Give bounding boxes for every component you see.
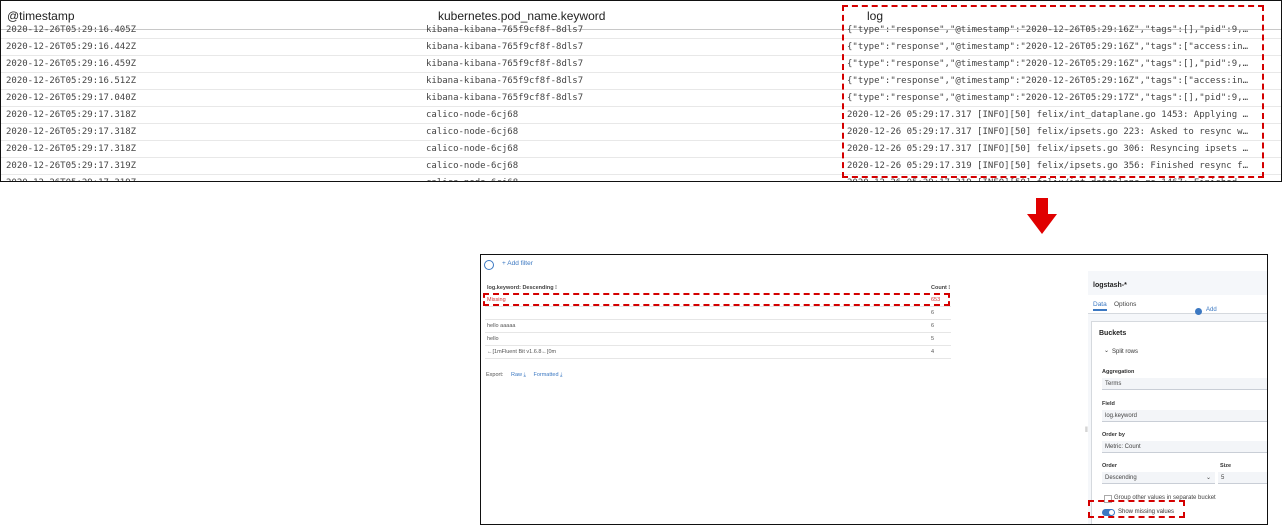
show-missing-highlight: [1088, 500, 1185, 518]
field-select[interactable]: log.keyword: [1102, 410, 1267, 422]
cell-timestamp: 2020-12-26T05:29:17.318Z: [6, 144, 137, 154]
tab-options[interactable]: Options: [1114, 301, 1136, 308]
cell-log: 2020-12-26 05:29:17.317 [INFO][50] felix…: [847, 127, 1252, 137]
aggregation-select[interactable]: Terms: [1102, 378, 1267, 390]
cell-pod-name: calico-node-6cj68: [426, 127, 519, 137]
table-row[interactable]: 2020-12-26T05:29:17.318Z calico-node-6cj6…: [1, 124, 1281, 141]
col-header-timestamp[interactable]: @timestamp: [7, 9, 75, 23]
term-count: 5: [931, 336, 935, 342]
export-raw-link[interactable]: Raw ⤓: [511, 372, 526, 378]
cell-pod-name: kibana-kibana-765f9cf8f-8dls7: [426, 93, 584, 103]
cell-log: {"type":"response","@timestamp":"2020-12…: [847, 76, 1252, 86]
cell-pod-name: calico-node-6cj68: [426, 110, 519, 120]
cell-log: {"type":"response","@timestamp":"2020-12…: [847, 93, 1252, 103]
size-label: Size: [1220, 463, 1232, 469]
order-by-label: Order by: [1102, 432, 1125, 438]
chevron-down-icon[interactable]: ⌄: [1104, 347, 1109, 354]
export-formatted-link[interactable]: Formatted ⤓: [533, 372, 562, 378]
aggregation-label: Aggregation: [1102, 369, 1135, 375]
log-rows: 2020-12-26T05:29:16.405Z kibana-kibana-76…: [1, 22, 1281, 181]
editor-sidebar: logstash-* Data Options Add Buckets ⌄ Sp…: [1088, 271, 1267, 524]
cell-pod-name: calico-node-6cj68: [426, 161, 519, 171]
table-row[interactable]: 6: [485, 307, 951, 320]
split-rows-toggle[interactable]: Split rows: [1112, 349, 1138, 355]
col-header-count[interactable]: Count ⁝: [931, 285, 950, 291]
chevron-down-icon: ⌄: [1205, 475, 1211, 481]
cell-log: 2020-12-26 05:29:17.317 [INFO][50] felix…: [847, 110, 1252, 120]
index-pattern-title: logstash-*: [1093, 282, 1127, 289]
filter-bar: + Add filter: [481, 255, 1081, 273]
cell-timestamp: 2020-12-26T05:29:17.318Z: [6, 110, 137, 120]
kibana-visualization-panel: + Add filter log.keyword: Descending ⁝ C…: [480, 254, 1268, 525]
cell-pod-name: calico-node-6cj68: [426, 175, 806, 181]
cell-log: {"type":"response","@timestamp":"2020-12…: [847, 42, 1252, 52]
tab-data[interactable]: Data: [1093, 301, 1107, 311]
term-label: hello aaaaa: [487, 323, 516, 329]
table-row[interactable]: 2020-12-26T05:29:16.405Z kibana-kibana-76…: [1, 22, 1281, 39]
order-by-select[interactable]: Metric: Count: [1102, 441, 1267, 453]
buckets-title: Buckets: [1099, 330, 1127, 337]
table-row[interactable]: hello aaaaa 6: [485, 320, 951, 333]
table-row[interactable]: 2020-12-26T05:29:17.318Z calico-node-6cj6…: [1, 141, 1281, 158]
cell-log: 2020-12-26 05:29:17.319 [INFO][50] felix…: [847, 161, 1252, 171]
col-header-log[interactable]: log: [867, 9, 883, 23]
table-row[interactable]: 2020-12-26T05:29:17.318Z calico-node-6cj6…: [1, 107, 1281, 124]
log-table-panel: @timestamp kubernetes.pod_name.keyword l…: [0, 0, 1282, 182]
export-bar: Export: Raw ⤓ Formatted ⤓: [486, 372, 563, 379]
table-row[interactable]: ←[1mFluent Bit v1.6.8←[0m 4: [485, 346, 951, 359]
cell-pod-name: kibana-kibana-765f9cf8f-8dls7: [426, 59, 584, 69]
col-header-log-keyword[interactable]: log.keyword: Descending ⁝: [487, 285, 557, 291]
arrow-down-icon: [1027, 198, 1057, 234]
order-value: Descending: [1105, 475, 1137, 481]
cell-pod-name: kibana-kibana-765f9cf8f-8dls7: [426, 76, 584, 86]
order-label: Order: [1102, 463, 1117, 469]
term-label: ←[1mFluent Bit v1.6.8←[0m: [487, 349, 557, 355]
table-row[interactable]: 2020-12-26T05:29:17.319Z calico-node-6cj6…: [1, 175, 1281, 181]
size-input[interactable]: 5: [1218, 472, 1267, 484]
field-label: Field: [1102, 401, 1115, 407]
buckets-card: Buckets ⌄ Split rows Aggregation Terms F…: [1091, 321, 1267, 524]
cell-timestamp: 2020-12-26T05:29:16.442Z: [6, 42, 137, 52]
cell-log: 2020-12-26 05:29:17.319 [INFO][50] felix…: [847, 175, 1252, 181]
add-icon[interactable]: [1195, 308, 1202, 315]
table-row[interactable]: 2020-12-26T05:29:17.319Z calico-node-6cj6…: [1, 158, 1281, 175]
sidebar-tabs: Data Options: [1088, 295, 1267, 314]
term-count: 6: [931, 323, 935, 329]
cell-pod-name: kibana-kibana-765f9cf8f-8dls7: [426, 25, 584, 35]
cell-pod-name: calico-node-6cj68: [426, 144, 519, 154]
filter-options-icon[interactable]: [484, 260, 494, 270]
term-count: 4: [931, 349, 935, 355]
order-select[interactable]: Descending ⌄: [1102, 472, 1215, 484]
export-label: Export:: [486, 372, 504, 378]
table-row[interactable]: 2020-12-26T05:29:16.512Z kibana-kibana-76…: [1, 73, 1281, 90]
term-count: 6: [931, 310, 935, 316]
table-row[interactable]: 2020-12-26T05:29:17.040Z kibana-kibana-76…: [1, 90, 1281, 107]
missing-row-highlight: [483, 293, 950, 306]
cell-log: {"type":"response","@timestamp":"2020-12…: [847, 25, 1252, 35]
cell-timestamp: 2020-12-26T05:29:16.405Z: [6, 25, 137, 35]
add-button[interactable]: Add: [1206, 307, 1217, 313]
cell-log: {"type":"response","@timestamp":"2020-12…: [847, 59, 1252, 69]
table-row[interactable]: 2020-12-26T05:29:16.442Z kibana-kibana-76…: [1, 39, 1281, 56]
cell-timestamp: 2020-12-26T05:29:17.318Z: [6, 127, 137, 137]
term-label: hello: [487, 336, 499, 342]
table-row[interactable]: hello 5: [485, 333, 951, 346]
cell-timestamp: 2020-12-26T05:29:16.512Z: [6, 76, 137, 86]
cell-timestamp: 2020-12-26T05:29:16.459Z: [6, 59, 137, 69]
cell-log: 2020-12-26 05:29:17.317 [INFO][50] felix…: [847, 144, 1252, 154]
cell-timestamp: 2020-12-26T05:29:17.040Z: [6, 93, 137, 103]
cell-timestamp: 2020-12-26T05:29:17.319Z: [6, 161, 137, 171]
add-filter-link[interactable]: + Add filter: [502, 260, 533, 267]
cell-timestamp: 2020-12-26T05:29:17.319Z: [6, 175, 386, 181]
cell-pod-name: kibana-kibana-765f9cf8f-8dls7: [426, 42, 584, 52]
col-header-pod-name[interactable]: kubernetes.pod_name.keyword: [438, 9, 605, 23]
table-row[interactable]: 2020-12-26T05:29:16.459Z kibana-kibana-76…: [1, 56, 1281, 73]
